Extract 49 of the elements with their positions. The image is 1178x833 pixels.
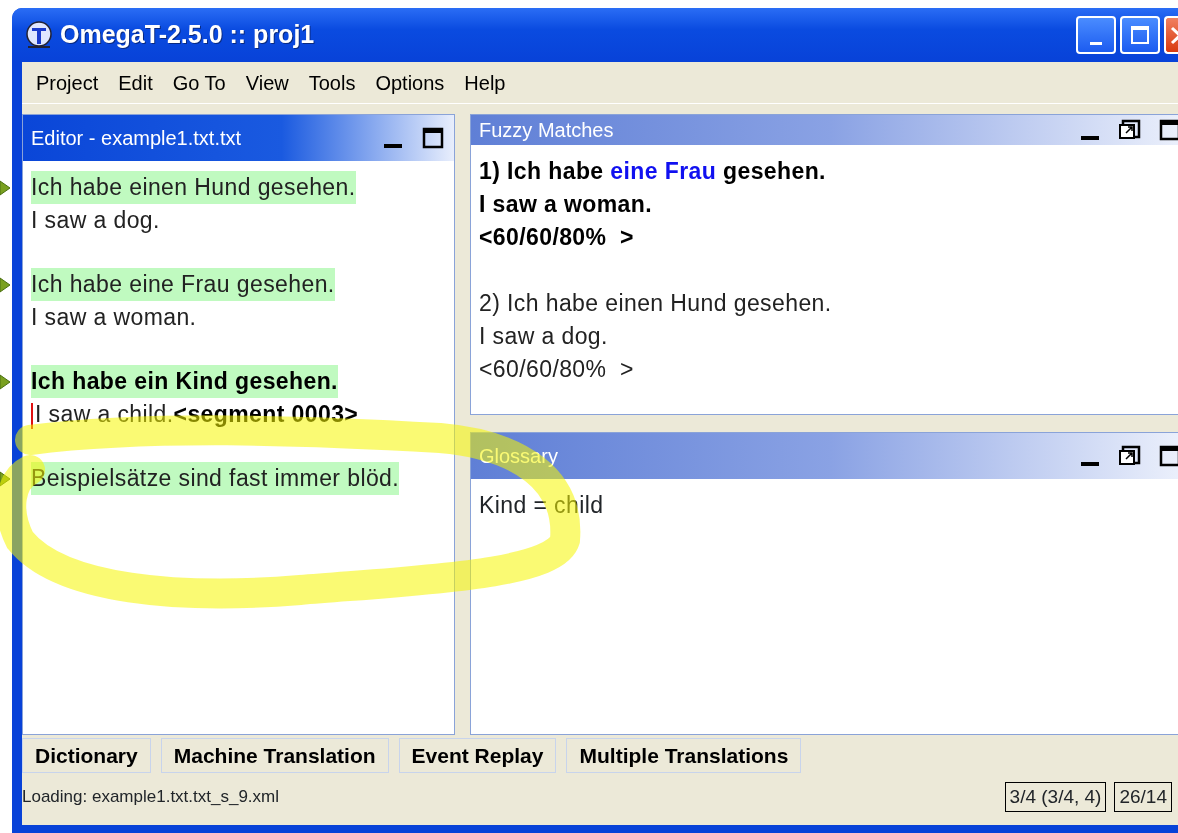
match-target: I saw a dog. — [479, 322, 609, 351]
match-source: 2) Ich habe einen Hund gesehen. — [479, 289, 833, 318]
maximize-button[interactable] — [420, 125, 446, 151]
menu-item[interactable]: Project — [28, 67, 111, 98]
source-text: Beispielsätze sind fast immer blöd. — [31, 462, 400, 495]
match-target: I saw a woman. — [479, 190, 654, 219]
panel-tab[interactable]: Event Replay — [398, 738, 557, 773]
status-message: Loading: example1.txt.txt_s_9.xml — [22, 786, 280, 809]
minimize-icon — [1090, 41, 1102, 45]
panel-tab[interactable]: Multiple Translations — [566, 738, 802, 773]
maximize-button[interactable] — [1157, 117, 1178, 143]
segment-arrow-icon — [0, 277, 11, 293]
source-text: Ich habe eine Frau gesehen. — [31, 268, 335, 301]
menu-item[interactable]: Tools — [300, 67, 368, 98]
menu-item[interactable]: Go To — [164, 67, 238, 98]
progress-counter: 3/4 (3/4, 4) — [1004, 781, 1107, 813]
minimize-icon — [1081, 462, 1099, 466]
maximize-icon — [1158, 118, 1178, 142]
maximize-button[interactable] — [1157, 443, 1178, 469]
match-score: <60/60/80% > — [479, 355, 635, 384]
window-title: OmegaT-2.5.0 :: proj1 — [60, 19, 315, 51]
pane-title: Fuzzy Matches — [479, 118, 614, 143]
segment-arrow-icon — [0, 374, 11, 390]
word-counter: 26/14 — [1114, 781, 1172, 813]
target-text: I saw a dog. — [31, 207, 160, 233]
panel-tab[interactable]: Machine Translation — [160, 738, 389, 773]
target-text: I saw a woman. — [31, 304, 197, 330]
maximize-icon — [1158, 444, 1178, 468]
minimize-icon — [1081, 136, 1099, 140]
source-text: Ich habe einen Hund gesehen. — [31, 171, 356, 204]
source-text: Ich habe ein Kind gesehen. — [31, 365, 338, 398]
text-cursor — [31, 402, 33, 429]
maximize-icon — [1130, 25, 1150, 45]
menu-item[interactable]: View — [237, 67, 301, 98]
segment-tag-text: <segment 0003> — [173, 401, 359, 427]
maximize-icon — [421, 126, 445, 150]
menu-item[interactable]: Help — [456, 67, 518, 98]
undock-icon — [1118, 444, 1142, 468]
match-source: 1) Ich habe eine Frau gesehen. — [479, 157, 827, 186]
minimize-icon — [384, 144, 402, 148]
menu-item[interactable]: Edit — [110, 67, 165, 98]
match-score: <60/60/80% > — [479, 223, 635, 252]
app-logo-icon — [24, 20, 54, 50]
pane-title: Editor - example1.txt.txt — [31, 126, 242, 151]
segment-arrow-icon — [0, 180, 11, 196]
undock-icon — [1118, 118, 1142, 142]
segment-arrow-icon — [0, 471, 11, 487]
menu-item[interactable]: Options — [367, 67, 457, 98]
panel-tab[interactable]: Dictionary — [22, 738, 151, 773]
